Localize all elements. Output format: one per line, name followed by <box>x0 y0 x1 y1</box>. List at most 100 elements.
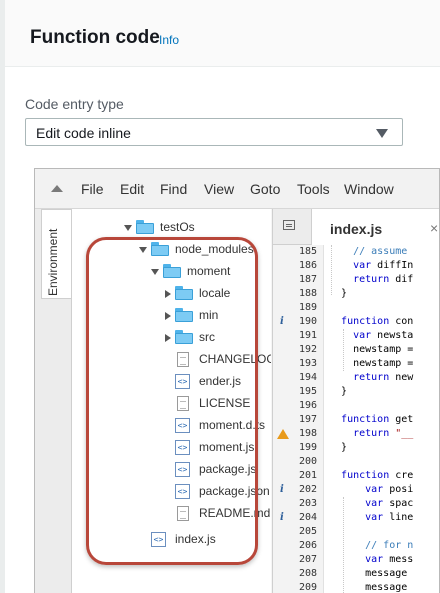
code-line: var diffIn <box>353 260 414 271</box>
code-line: return dif <box>353 274 414 285</box>
tree-row-moment-js[interactable]: <> moment.js <box>72 437 271 459</box>
expand-right-icon[interactable] <box>165 290 171 298</box>
line-number: 194 <box>298 372 317 383</box>
code-entry-type-select[interactable]: Edit code inline <box>25 118 403 146</box>
line-number: 185 <box>298 246 317 257</box>
tree-row-license[interactable]: LICENSE <box>72 393 271 415</box>
folder-icon <box>175 308 193 322</box>
line-number: 195 <box>298 386 317 397</box>
expand-right-icon[interactable] <box>165 334 171 342</box>
js-file-icon: <> <box>175 440 190 455</box>
tree-row-testos[interactable]: testOs <box>72 217 271 239</box>
tree-row-min[interactable]: min <box>72 305 271 327</box>
menu-window[interactable]: Window <box>344 181 394 197</box>
folder-icon <box>151 242 169 256</box>
function-code-header: Function code Info <box>5 0 440 67</box>
close-icon[interactable]: × <box>430 220 438 236</box>
tree-row-src[interactable]: src <box>72 327 271 349</box>
line-number: 188 <box>298 288 317 299</box>
tree-label: min <box>199 308 219 322</box>
line-number: 206 <box>298 540 317 551</box>
menu-view[interactable]: View <box>204 181 234 197</box>
tree-row-moment-d-ts[interactable]: <> moment.d.ts <box>72 415 271 437</box>
cloud9-editor: File Edit Find View Goto Tools Window En… <box>34 168 440 593</box>
menu-find[interactable]: Find <box>160 181 187 197</box>
document-icon <box>177 352 189 367</box>
left-edge <box>0 0 5 593</box>
line-number: 193 <box>298 358 317 369</box>
code-line: } <box>329 386 348 397</box>
line-number: 186 <box>298 260 317 271</box>
folder-icon <box>175 330 193 344</box>
tree-label: package.js <box>199 462 257 476</box>
tab-index-js[interactable]: index.js × <box>311 209 439 245</box>
info-link[interactable]: Info <box>159 33 179 47</box>
tree-row-package-json[interactable]: <> package.json <box>72 481 271 503</box>
code-line: message <box>329 582 408 593</box>
menu-edit[interactable]: Edit <box>120 181 144 197</box>
line-number: 196 <box>298 400 317 411</box>
folder-icon <box>175 286 193 300</box>
tree-row-readme[interactable]: README.md <box>72 503 271 525</box>
code-line: function get <box>341 414 414 425</box>
menu-goto[interactable]: Goto <box>250 181 280 197</box>
folder-icon <box>136 220 154 234</box>
line-number: 197 <box>298 414 317 425</box>
tree-row-changelog[interactable]: CHANGELOG.md <box>72 349 271 371</box>
tree-row-package-js[interactable]: <> package.js <box>72 459 271 481</box>
js-file-icon: <> <box>175 374 190 389</box>
tree-label: testOs <box>160 220 195 234</box>
environment-tab[interactable]: Environment <box>41 209 71 299</box>
expand-right-icon[interactable] <box>165 312 171 320</box>
code-line: newstamp = <box>329 344 414 355</box>
tree-label: node_modules <box>175 242 254 256</box>
info-marker-icon[interactable]: i <box>280 316 284 327</box>
line-number: 198 <box>298 428 317 439</box>
expand-down-icon[interactable] <box>139 247 147 253</box>
line-number: 190 <box>298 316 317 327</box>
section-title: Function code <box>30 27 160 48</box>
code-line: return "__ <box>353 428 414 439</box>
line-number: 200 <box>298 456 317 467</box>
tree-row-locale[interactable]: locale <box>72 283 271 305</box>
document-icon <box>177 506 189 521</box>
code-line: newstamp = <box>329 358 414 369</box>
tree-row-moment[interactable]: moment <box>72 261 271 283</box>
code-line: // for n <box>329 540 414 551</box>
expand-down-icon[interactable] <box>151 269 159 275</box>
expand-down-icon[interactable] <box>124 225 132 231</box>
line-number: 203 <box>298 498 317 509</box>
line-number: 202 <box>298 484 317 495</box>
js-file-icon: <> <box>175 462 190 477</box>
file-tree: testOs node_modules moment locale min sr… <box>72 209 271 593</box>
line-gutter: 185 186 187 188 189 i 190 191 192 193 19… <box>273 245 324 593</box>
code-line: message <box>329 568 408 579</box>
info-marker-icon[interactable]: i <box>280 484 284 495</box>
warning-icon[interactable] <box>277 429 289 439</box>
tree-label: README.md <box>199 506 271 520</box>
collapse-up-icon[interactable] <box>51 185 63 192</box>
tree-row-index-js[interactable]: <> index.js <box>72 529 271 551</box>
line-number: 189 <box>298 302 317 313</box>
tree-row-node-modules[interactable]: node_modules <box>72 239 271 261</box>
menu-tools[interactable]: Tools <box>297 181 330 197</box>
code-content[interactable]: // assume var diffIn return dif } functi… <box>329 245 439 593</box>
tree-label: locale <box>199 286 231 300</box>
tree-row-ender-js[interactable]: <> ender.js <box>72 371 271 393</box>
line-number: 204 <box>298 512 317 523</box>
tree-label: moment.d.ts <box>199 418 266 432</box>
tree-label: moment <box>187 264 231 278</box>
caret-down-icon <box>376 129 388 138</box>
line-number: 209 <box>298 582 317 593</box>
tree-label: index.js <box>175 532 216 546</box>
tree-label: src <box>199 330 215 344</box>
menu-file[interactable]: File <box>81 181 104 197</box>
info-marker-icon[interactable]: i <box>280 512 284 523</box>
tab-list-icon[interactable] <box>283 220 295 230</box>
line-number: 192 <box>298 344 317 355</box>
code-line: var line <box>365 512 414 523</box>
code-entry-type-value: Edit code inline <box>36 125 131 141</box>
tree-label: CHANGELOG.md <box>199 352 271 366</box>
folder-icon <box>163 264 181 278</box>
js-file-icon: <> <box>175 484 190 499</box>
